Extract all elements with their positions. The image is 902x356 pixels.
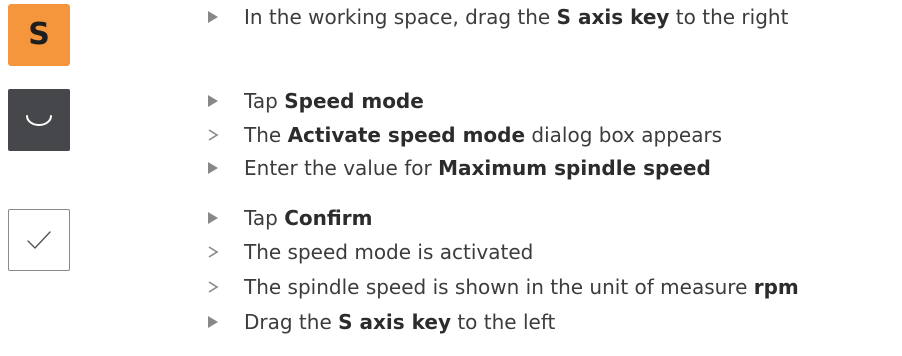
step-item: Tap Speed mode	[206, 84, 424, 118]
step-item: The Activate speed mode dialog box appea…	[206, 118, 722, 152]
step-text: Tap Speed mode	[244, 89, 424, 113]
s-axis-key-label: S	[28, 17, 50, 52]
step-text: In the working space, drag the S axis ke…	[244, 5, 789, 29]
step-item: Tap Confirm	[206, 201, 372, 235]
action-arrow-icon	[206, 8, 220, 26]
step-text: The Activate speed mode dialog box appea…	[244, 123, 723, 147]
action-arrow-icon	[206, 92, 220, 110]
result-chevron-icon	[206, 278, 220, 296]
checkmark-icon	[27, 231, 51, 249]
step-text: Enter the value for Maximum spindle spee…	[244, 156, 711, 180]
action-arrow-icon	[206, 313, 220, 331]
confirm-button[interactable]	[8, 209, 70, 271]
s-axis-key-icon[interactable]: S	[8, 4, 70, 66]
step-item: The spindle speed is shown in the unit o…	[206, 270, 799, 304]
step-text: Drag the S axis key to the left	[244, 310, 556, 334]
speed-mode-icon	[26, 115, 52, 126]
step-text: The speed mode is activated	[244, 240, 534, 264]
step-item: The speed mode is activated	[206, 235, 533, 269]
action-arrow-icon	[206, 159, 220, 177]
step-text: The spindle speed is shown in the unit o…	[244, 275, 799, 299]
action-arrow-icon	[206, 209, 220, 227]
result-chevron-icon	[206, 243, 220, 261]
step-text: Tap Confirm	[244, 206, 373, 230]
speed-mode-button[interactable]	[8, 89, 70, 151]
step-item: Drag the S axis key to the left	[206, 305, 555, 339]
step-item: Enter the value for Maximum spindle spee…	[206, 151, 711, 185]
result-chevron-icon	[206, 126, 220, 144]
step-item: In the working space, drag the S axis ke…	[206, 0, 788, 34]
